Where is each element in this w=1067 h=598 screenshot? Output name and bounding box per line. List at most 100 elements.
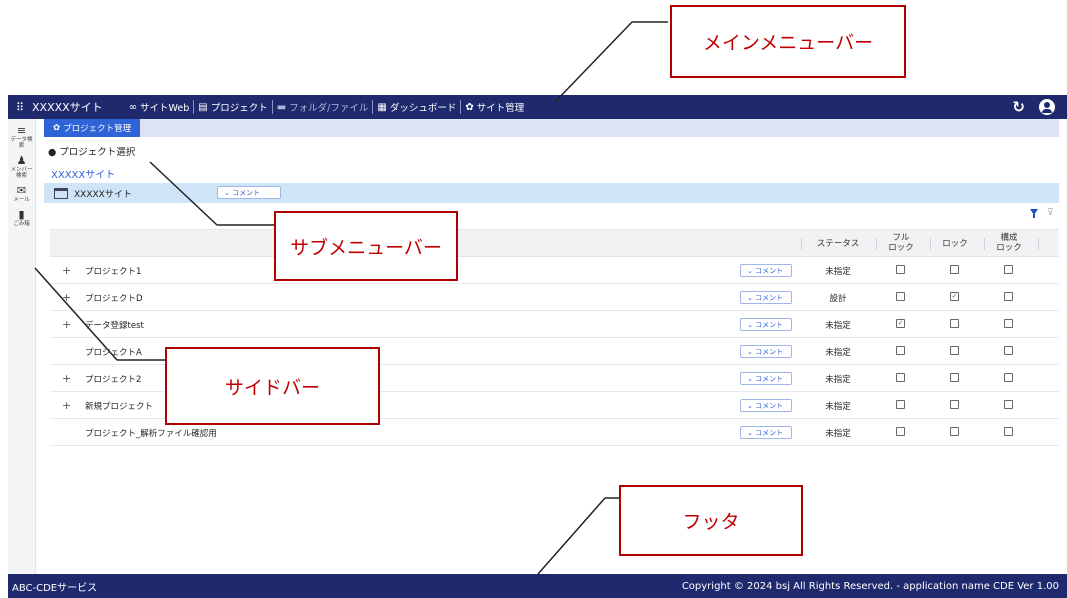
chevron-down-icon: ⌄ (747, 401, 756, 410)
expand-icon[interactable]: + (62, 399, 71, 412)
comment-button[interactable]: ⌄ コメント (740, 426, 792, 439)
config-lock-checkbox[interactable] (1004, 400, 1013, 409)
sidebar-item-member-search[interactable]: ♟ メンバー検索 (8, 155, 35, 180)
project-name[interactable]: プロジェクトA (85, 346, 142, 358)
status-cell: 未指定 (825, 348, 851, 358)
dashboard-icon: ▦ (377, 101, 387, 113)
nav-project-label: プロジェクト (210, 103, 268, 114)
sidebar: ≡ データ検索 ♟ メンバー検索 ✉ メール ▮ ごみ箱 (8, 119, 36, 574)
refresh-icon[interactable]: ↻ (1012, 98, 1025, 116)
sidebar-item-trash[interactable]: ▮ ごみ箱 (8, 209, 35, 228)
nav-site-admin[interactable]: ✿ サイト管理 (461, 95, 528, 119)
table-row[interactable]: + データ登録test ⌄ コメント 未指定 ✓ (50, 311, 1059, 338)
lock-checkbox[interactable] (950, 373, 959, 382)
folder-icon: ▬ (276, 101, 287, 113)
full-lock-checkbox[interactable]: ✓ (896, 319, 905, 328)
chevron-down-icon: ⌄ (747, 293, 756, 302)
mail-icon: ✉ (16, 184, 27, 197)
sidebar-item-mail[interactable]: ✉ メール (8, 184, 35, 204)
user-icon[interactable] (1039, 99, 1055, 115)
comment-button[interactable]: ⌄ コメント (217, 186, 281, 199)
lock-checkbox[interactable] (950, 346, 959, 355)
comment-button[interactable]: ⌄ コメント (740, 372, 792, 385)
site-row[interactable]: XXXXXサイト ⌄ コメント (44, 183, 1059, 203)
full-lock-checkbox[interactable] (896, 265, 905, 274)
footer-copyright: Copyright © 2024 bsj All Rights Reserved… (681, 580, 1059, 592)
site-title[interactable]: XXXXXサイト (32, 99, 103, 115)
header-divider (984, 238, 985, 250)
nav-site-admin-label: サイト管理 (476, 103, 525, 114)
chevron-down-icon: ⌄ (747, 320, 756, 329)
header-divider (930, 238, 931, 250)
header-divider (876, 238, 877, 250)
full-lock-checkbox[interactable] (896, 292, 905, 301)
config-lock-checkbox[interactable] (1004, 427, 1013, 436)
table-header: ステータス フル ロック ロック 構成 ロック (50, 230, 1059, 257)
comment-button[interactable]: ⌄ コメント (740, 318, 792, 331)
sidebar-item-label: メンバー検索 (10, 167, 33, 179)
table-row[interactable]: + プロジェクト1 ⌄ コメント 未指定 (50, 257, 1059, 284)
config-lock-checkbox[interactable] (1004, 292, 1013, 301)
expand-icon[interactable]: + (62, 264, 71, 277)
lock-checkbox[interactable] (950, 400, 959, 409)
sidebar-item-data-search[interactable]: ≡ データ検索 (8, 125, 35, 150)
project-name[interactable]: プロジェクト2 (85, 373, 141, 385)
tab-project-management[interactable]: ✿ プロジェクト管理 (44, 119, 141, 137)
full-lock-checkbox[interactable] (896, 400, 905, 409)
expand-icon[interactable]: + (62, 291, 71, 304)
header-status: ステータス (816, 239, 860, 249)
archive-icon: ▤ (198, 101, 208, 113)
project-name[interactable]: データ登録test (85, 319, 144, 331)
status-cell: 未指定 (825, 375, 851, 385)
filter-icon[interactable] (1030, 209, 1038, 218)
comment-button-label: コメント (755, 374, 784, 383)
lock-checkbox[interactable]: ✓ (950, 292, 959, 301)
comment-button[interactable]: ⌄ コメント (740, 264, 792, 277)
comment-button-label: コメント (755, 266, 784, 275)
project-name[interactable]: 新規プロジェクト (85, 400, 153, 412)
screen: ⠿ XXXXXサイト ∞ サイトWeb ▤ プロジェクト ▬ フォルダ/ファイル… (0, 0, 1067, 598)
full-lock-checkbox[interactable] (896, 373, 905, 382)
lock-checkbox[interactable] (950, 265, 959, 274)
gear-icon: ✿ (465, 101, 474, 113)
project-name[interactable]: プロジェクトD (85, 292, 143, 304)
status-cell: 設計 (829, 294, 847, 304)
lock-checkbox[interactable] (950, 427, 959, 436)
config-lock-checkbox[interactable] (1004, 373, 1013, 382)
project-name[interactable]: プロジェクト_解析ファイル確認用 (85, 427, 217, 439)
project-name[interactable]: プロジェクト1 (85, 265, 141, 277)
status-cell: 未指定 (825, 321, 851, 331)
table-row[interactable]: + プロジェクトD ⌄ コメント 設計 ✓ (50, 284, 1059, 311)
apps-grid-icon[interactable]: ⠿ (8, 101, 32, 114)
chevron-down-icon: ⌄ (747, 428, 756, 437)
footer-service-name: ABC-CDEサービス (12, 582, 98, 594)
config-lock-checkbox[interactable] (1004, 265, 1013, 274)
tab-label: プロジェクト管理 (63, 124, 132, 134)
expand-icon[interactable]: + (62, 372, 71, 385)
section-heading: ● プロジェクト選択 (48, 147, 136, 158)
expand-icon[interactable]: + (62, 318, 71, 331)
chevron-down-icon: ⌄ (747, 374, 756, 383)
callout-sub-menu: サブメニューバー (274, 211, 458, 281)
comment-button[interactable]: ⌄ コメント (740, 399, 792, 412)
sidebar-item-label: メール (13, 197, 30, 203)
nav-site-web[interactable]: ∞ サイトWeb (125, 95, 194, 119)
comment-button[interactable]: ⌄ コメント (740, 291, 792, 304)
callout-footer: フッタ (619, 485, 803, 556)
sidebar-item-label: データ検索 (10, 137, 33, 149)
filter-clear-icon[interactable]: ⊽ (1047, 208, 1054, 218)
config-lock-checkbox[interactable] (1004, 319, 1013, 328)
comment-button-label: コメント (232, 188, 261, 197)
nav-folder-file[interactable]: ▬ フォルダ/ファイル (273, 95, 373, 119)
nav-dashboard[interactable]: ▦ ダッシュボード (373, 95, 460, 119)
status-cell: 未指定 (825, 402, 851, 412)
config-lock-checkbox[interactable] (1004, 346, 1013, 355)
header-full-lock: フル ロック (888, 233, 914, 253)
link-icon: ∞ (128, 101, 138, 113)
full-lock-checkbox[interactable] (896, 427, 905, 436)
comment-button[interactable]: ⌄ コメント (740, 345, 792, 358)
lock-checkbox[interactable] (950, 319, 959, 328)
nav-project[interactable]: ▤ プロジェクト (194, 95, 271, 119)
site-link[interactable]: XXXXXサイト (51, 166, 115, 181)
full-lock-checkbox[interactable] (896, 346, 905, 355)
